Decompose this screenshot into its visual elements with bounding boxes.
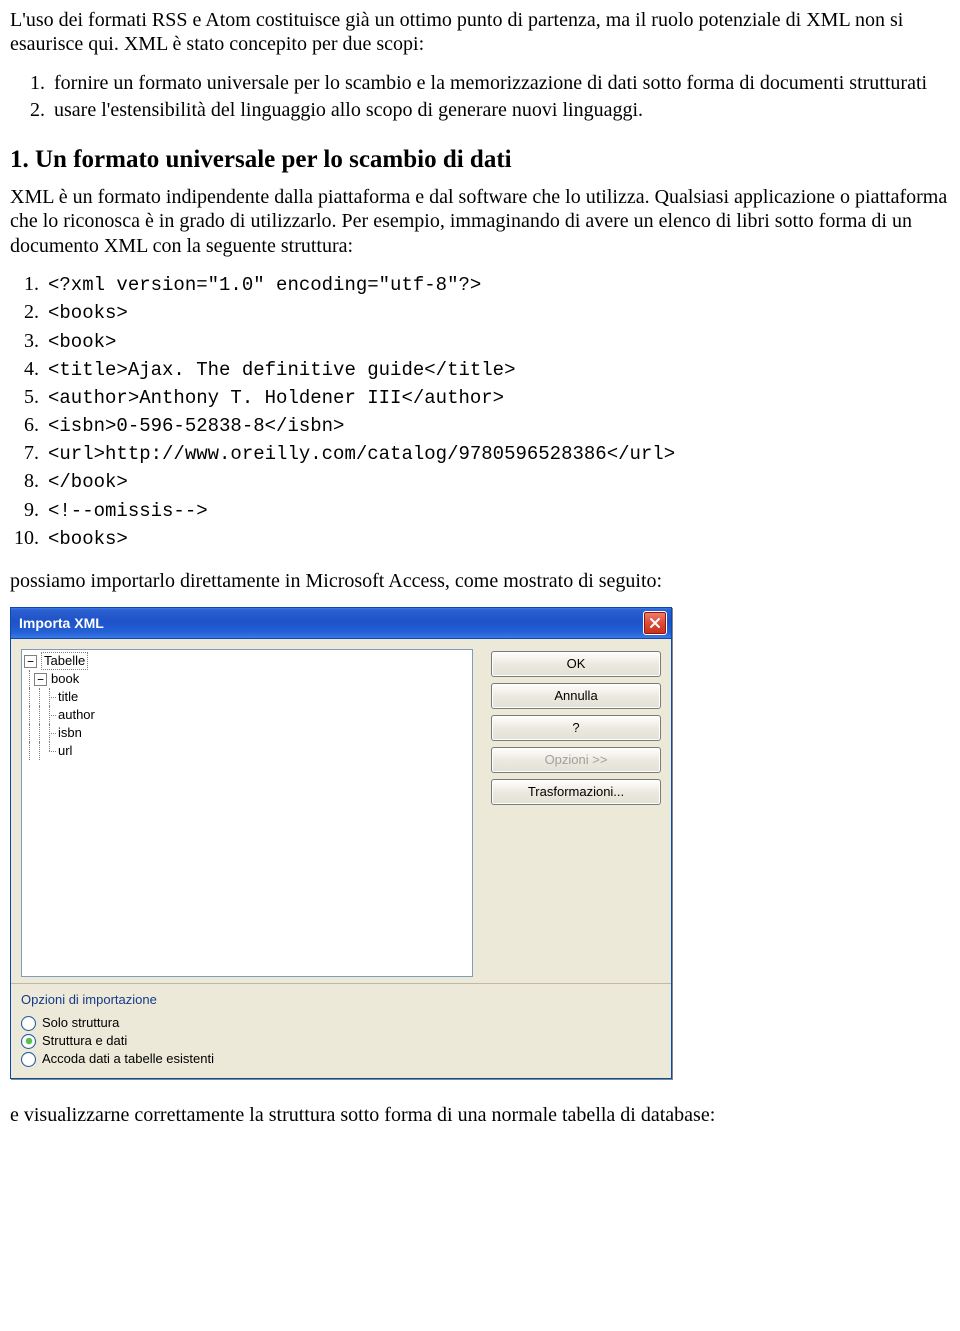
code-line: <book> xyxy=(44,329,950,354)
section-body: XML è un formato indipendente dalla piat… xyxy=(10,185,950,258)
closing-paragraph: e visualizzarne correttamente la struttu… xyxy=(10,1103,950,1127)
tree-label: isbn xyxy=(58,725,82,741)
radio-solo-struttura[interactable]: Solo struttura xyxy=(21,1014,661,1032)
collapse-icon[interactable]: − xyxy=(24,655,37,668)
close-icon xyxy=(649,617,661,629)
radio-icon[interactable] xyxy=(21,1016,36,1031)
options-button[interactable]: Opzioni >> xyxy=(491,747,661,773)
radio-label: Struttura e dati xyxy=(42,1033,127,1049)
intro-paragraph: L'uso dei formati RSS e Atom costituisce… xyxy=(10,8,950,57)
code-line: <isbn>0-596-52838-8</isbn> xyxy=(44,413,950,438)
code-line: <books> xyxy=(44,526,950,551)
code-line: <url>http://www.oreilly.com/catalog/9780… xyxy=(44,441,950,466)
help-button[interactable]: ? xyxy=(491,715,661,741)
radio-struttura-e-dati[interactable]: Struttura e dati xyxy=(21,1032,661,1050)
code-line: </book> xyxy=(44,469,950,494)
scopi-list: fornire un formato universale per lo sca… xyxy=(50,71,950,123)
tree-node-tabelle[interactable]: − Tabelle xyxy=(24,652,470,670)
tree-label: author xyxy=(58,707,95,723)
titlebar[interactable]: Importa XML xyxy=(11,608,671,639)
radio-accoda-dati[interactable]: Accoda dati a tabelle esistenti xyxy=(21,1050,661,1068)
radio-label: Solo struttura xyxy=(42,1015,119,1031)
tree-node-book[interactable]: − book xyxy=(24,670,470,688)
code-line: <!--omissis--> xyxy=(44,498,950,523)
radio-icon[interactable] xyxy=(21,1034,36,1049)
after-code-paragraph: possiamo importarlo direttamente in Micr… xyxy=(10,569,950,593)
footer-title: Opzioni di importazione xyxy=(21,992,661,1008)
tree-pane[interactable]: − Tabelle − book title author isbn xyxy=(21,649,473,977)
tree-leaf[interactable]: title xyxy=(24,688,470,706)
radio-label: Accoda dati a tabelle esistenti xyxy=(42,1051,214,1067)
import-xml-dialog: Importa XML − Tabelle − book title autho… xyxy=(10,607,672,1079)
tree-leaf[interactable]: author xyxy=(24,706,470,724)
section-heading: 1. Un formato universale per lo scambio … xyxy=(10,145,950,176)
tree-leaf[interactable]: isbn xyxy=(24,724,470,742)
tree-label: book xyxy=(51,671,79,687)
code-listing: <?xml version="1.0" encoding="utf-8"?> <… xyxy=(44,272,950,551)
code-line: <title>Ajax. The definitive guide</title… xyxy=(44,357,950,382)
code-line: <books> xyxy=(44,300,950,325)
close-button[interactable] xyxy=(643,611,667,635)
collapse-icon[interactable]: − xyxy=(34,673,47,686)
list-item: usare l'estensibilità del linguaggio all… xyxy=(50,98,950,122)
dialog-title: Importa XML xyxy=(19,615,104,632)
dialog-footer: Opzioni di importazione Solo struttura S… xyxy=(11,984,671,1078)
radio-icon[interactable] xyxy=(21,1052,36,1067)
cancel-button[interactable]: Annulla xyxy=(491,683,661,709)
ok-button[interactable]: OK xyxy=(491,651,661,677)
tree-leaf[interactable]: url xyxy=(24,742,470,760)
transform-button[interactable]: Trasformazioni... xyxy=(491,779,661,805)
tree-label: Tabelle xyxy=(41,652,88,670)
tree-label: url xyxy=(58,743,72,759)
code-line: <author>Anthony T. Holdener III</author> xyxy=(44,385,950,410)
list-item: fornire un formato universale per lo sca… xyxy=(50,71,950,95)
code-line: <?xml version="1.0" encoding="utf-8"?> xyxy=(44,272,950,297)
button-column: OK Annulla ? Opzioni >> Trasformazioni..… xyxy=(491,649,661,977)
tree-label: title xyxy=(58,689,78,705)
